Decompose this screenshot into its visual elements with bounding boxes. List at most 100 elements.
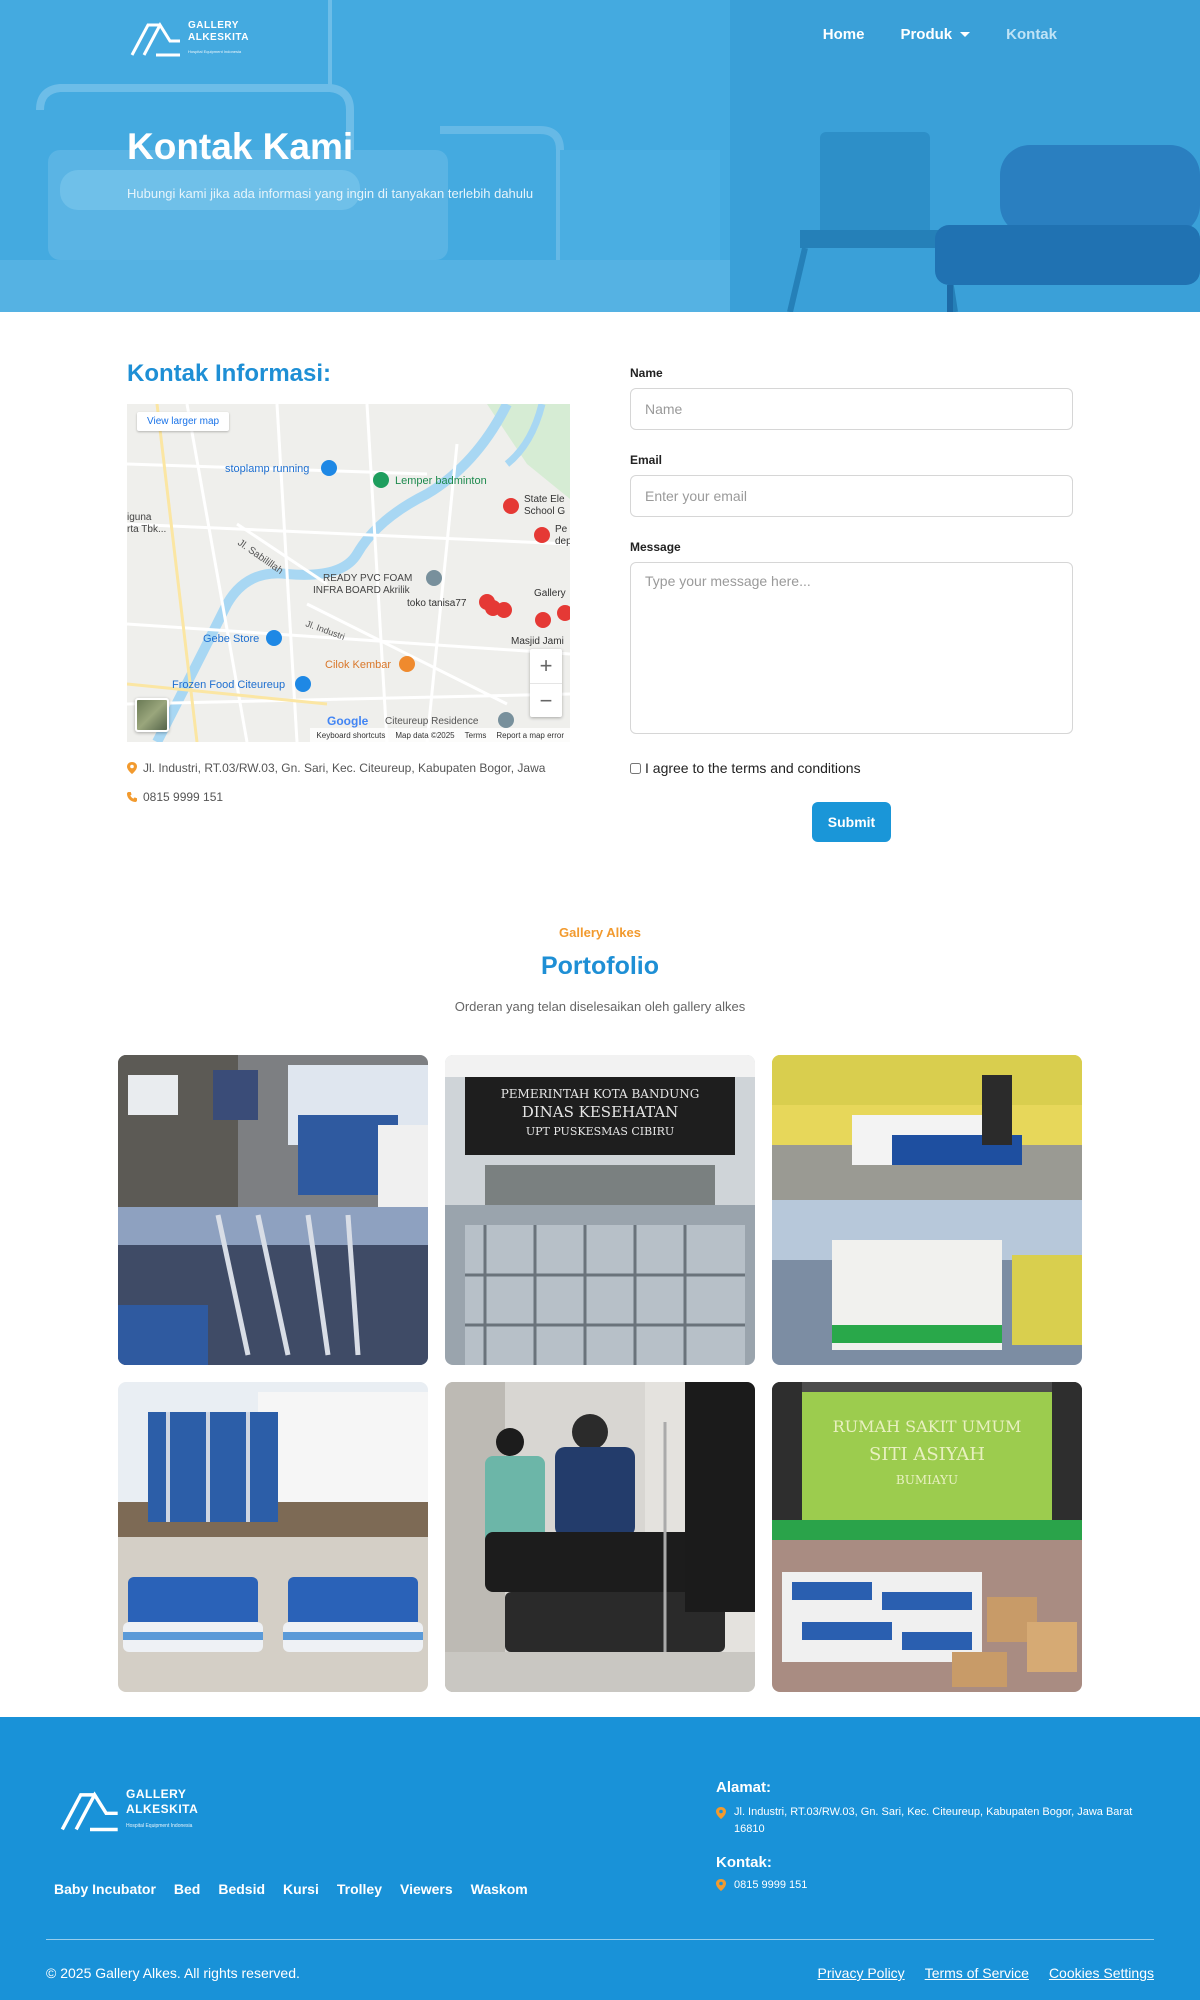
zoom-in-icon[interactable]: + xyxy=(530,649,562,683)
footer-nav: Baby Incubator Bed Bedsid Kursi Trolley … xyxy=(54,1881,528,1897)
map-label-dep: dep xyxy=(555,536,570,547)
map-label-gallery: Gallery xyxy=(534,588,566,599)
view-larger-map-link[interactable]: View larger map xyxy=(137,412,230,431)
footer-brand-line2: ALKESKITA xyxy=(126,1802,199,1816)
brand-name-line2: ALKESKITA xyxy=(188,32,249,43)
map-label-tanisa: toko tanisa77 xyxy=(407,598,467,609)
map-terms-link[interactable]: Terms xyxy=(465,731,487,740)
map-label-guna: iguna xyxy=(127,512,152,523)
nav-kontak[interactable]: Kontak xyxy=(1006,26,1057,43)
name-label: Name xyxy=(630,366,663,380)
contact-phone-row: 0815 9999 151 xyxy=(127,790,223,804)
terms-label: I agree to the terms and conditions xyxy=(645,760,861,776)
photo-sign-line5: SITI ASIYAH xyxy=(869,1444,985,1465)
satellite-toggle[interactable] xyxy=(135,698,169,732)
portfolio-image-4 xyxy=(118,1382,428,1692)
map-label-school: School G xyxy=(524,506,565,517)
footer-alamat-heading: Alamat: xyxy=(716,1779,772,1796)
page-title: Kontak Kami xyxy=(127,126,354,167)
portfolio-image-1 xyxy=(118,1055,428,1365)
footer-logo-mark-icon xyxy=(60,1790,118,1831)
map-label-tbk: rta Tbk... xyxy=(127,524,166,535)
google-logo: Google xyxy=(327,714,369,728)
footer-divider xyxy=(46,1939,1154,1940)
nav-home[interactable]: Home xyxy=(823,26,865,43)
footer-brand-logo[interactable]: GALLERY ALKESKITA Hospital Equipment Ind… xyxy=(60,1787,198,1834)
site-footer: GALLERY ALKESKITA Hospital Equipment Ind… xyxy=(0,1717,1200,2000)
photo-sign-line2: DINAS KESEHATAN xyxy=(522,1103,679,1121)
terms-agreement: I agree to the terms and conditions xyxy=(630,760,861,776)
map-label-cilok: Cilok Kembar xyxy=(325,659,391,671)
portfolio-photo-5[interactable] xyxy=(445,1382,755,1692)
portfolio-image-2: PEMERINTAH KOTA BANDUNG DINAS KESEHATAN … xyxy=(445,1055,755,1365)
brand-logo[interactable]: GALLERY ALKESKITA Hospital Equipment Ind… xyxy=(130,20,249,58)
portfolio-photo-2[interactable]: PEMERINTAH KOTA BANDUNG DINAS KESEHATAN … xyxy=(445,1055,755,1365)
portfolio-photo-1[interactable] xyxy=(118,1055,428,1365)
photo-sign-line6: BUMIAYU xyxy=(896,1473,958,1487)
map-data-credit: Map data ©2025 xyxy=(395,730,455,740)
google-map-embed[interactable]: stoplamp running Lemper badminton State … xyxy=(127,404,570,742)
map-pin-icon xyxy=(127,762,137,774)
portfolio-photo-3[interactable] xyxy=(772,1055,1082,1365)
footer-kontak-heading: Kontak: xyxy=(716,1854,772,1871)
portfolio-title: Portofolio xyxy=(540,952,660,980)
submit-button[interactable]: Submit xyxy=(812,802,891,842)
nav-produk[interactable]: Produk xyxy=(900,26,971,43)
footer-phone: 0815 9999 151 xyxy=(734,1879,808,1891)
portfolio-eyebrow: Gallery Alkes xyxy=(559,925,641,940)
footer-link-trolley[interactable]: Trolley xyxy=(337,1881,382,1897)
name-input[interactable] xyxy=(630,388,1073,430)
footer-link-kursi[interactable]: Kursi xyxy=(283,1881,319,1897)
hero-banner: GALLERY ALKESKITA Hospital Equipment Ind… xyxy=(0,0,1200,312)
chevron-down-icon xyxy=(960,32,971,37)
privacy-policy-link[interactable]: Privacy Policy xyxy=(818,1965,905,1981)
message-textarea[interactable] xyxy=(630,562,1073,734)
contact-info-heading: Kontak Informasi: xyxy=(127,360,332,387)
contact-address: Jl. Industri, RT.03/RW.03, Gn. Sari, Kec… xyxy=(143,761,546,775)
contact-phone: 0815 9999 151 xyxy=(143,790,224,804)
map-label-infra: INFRA BOARD Akrilik xyxy=(313,585,411,596)
page-subtitle: Hubungi kami jika ada informasi yang ing… xyxy=(127,186,534,201)
map-attribution: Keyboard shortcuts Map data ©2025 Terms … xyxy=(310,728,570,742)
footer-link-baby-incubator[interactable]: Baby Incubator xyxy=(54,1881,156,1897)
footer-link-bedsid[interactable]: Bedsid xyxy=(218,1881,265,1897)
footer-legal-links: Privacy Policy Terms of Service Cookies … xyxy=(818,1965,1154,1981)
message-label: Message xyxy=(630,540,681,554)
portfolio-image-5 xyxy=(445,1382,755,1692)
portfolio-image-3 xyxy=(772,1055,1082,1365)
nav-produk-label: Produk xyxy=(900,26,953,43)
phone-icon xyxy=(127,792,137,802)
footer-brand-tagline: Hospital Equipment Indonesia xyxy=(126,1823,193,1829)
map-label-frozen: Frozen Food Citeureup xyxy=(172,679,285,691)
photo-sign-line4: RUMAH SAKIT UMUM xyxy=(833,1417,1022,1436)
terms-checkbox[interactable] xyxy=(630,762,641,774)
footer-phone-row: 0815 9999 151 xyxy=(716,1879,807,1891)
zoom-out-icon[interactable]: − xyxy=(530,683,562,717)
contact-address-row: Jl. Industri, RT.03/RW.03, Gn. Sari, Kec… xyxy=(127,761,545,775)
footer-address: Jl. Industri, RT.03/RW.03, Gn. Sari, Kec… xyxy=(734,1806,1133,1835)
footer-address-row: Jl. Industri, RT.03/RW.03, Gn. Sari, Kec… xyxy=(716,1804,1136,1838)
photo-sign-line1: PEMERINTAH KOTA BANDUNG xyxy=(501,1087,700,1101)
footer-phone-icon xyxy=(716,1879,726,1891)
portfolio-image-6: RUMAH SAKIT UMUM SITI ASIYAH BUMIAYU xyxy=(772,1382,1082,1692)
footer-link-viewers[interactable]: Viewers xyxy=(400,1881,453,1897)
brand-name-line1: GALLERY xyxy=(188,20,239,31)
portfolio-subtitle: Orderan yang telan diselesaikan oleh gal… xyxy=(454,999,746,1014)
map-canvas[interactable]: stoplamp running Lemper badminton State … xyxy=(127,404,570,742)
portfolio-photo-4[interactable] xyxy=(118,1382,428,1692)
footer-link-bed[interactable]: Bed xyxy=(174,1881,200,1897)
map-report-error-link[interactable]: Report a map error xyxy=(496,731,564,740)
footer-map-pin-icon xyxy=(716,1807,726,1819)
email-input[interactable] xyxy=(630,475,1073,517)
map-label-gebe: Gebe Store xyxy=(203,633,259,645)
portfolio-photo-6[interactable]: RUMAH SAKIT UMUM SITI ASIYAH BUMIAYU xyxy=(772,1382,1082,1692)
email-label: Email xyxy=(630,453,663,467)
footer-brand-line1: GALLERY xyxy=(126,1787,187,1801)
cookies-settings-link[interactable]: Cookies Settings xyxy=(1049,1965,1154,1981)
map-keyboard-shortcuts[interactable]: Keyboard shortcuts xyxy=(316,731,385,740)
terms-of-service-link[interactable]: Terms of Service xyxy=(925,1965,1029,1981)
footer-link-waskom[interactable]: Waskom xyxy=(471,1881,528,1897)
map-zoom-controls: + − xyxy=(530,649,562,717)
logo-mark-icon xyxy=(130,22,180,57)
map-label-stoplamp: stoplamp running xyxy=(225,463,309,475)
